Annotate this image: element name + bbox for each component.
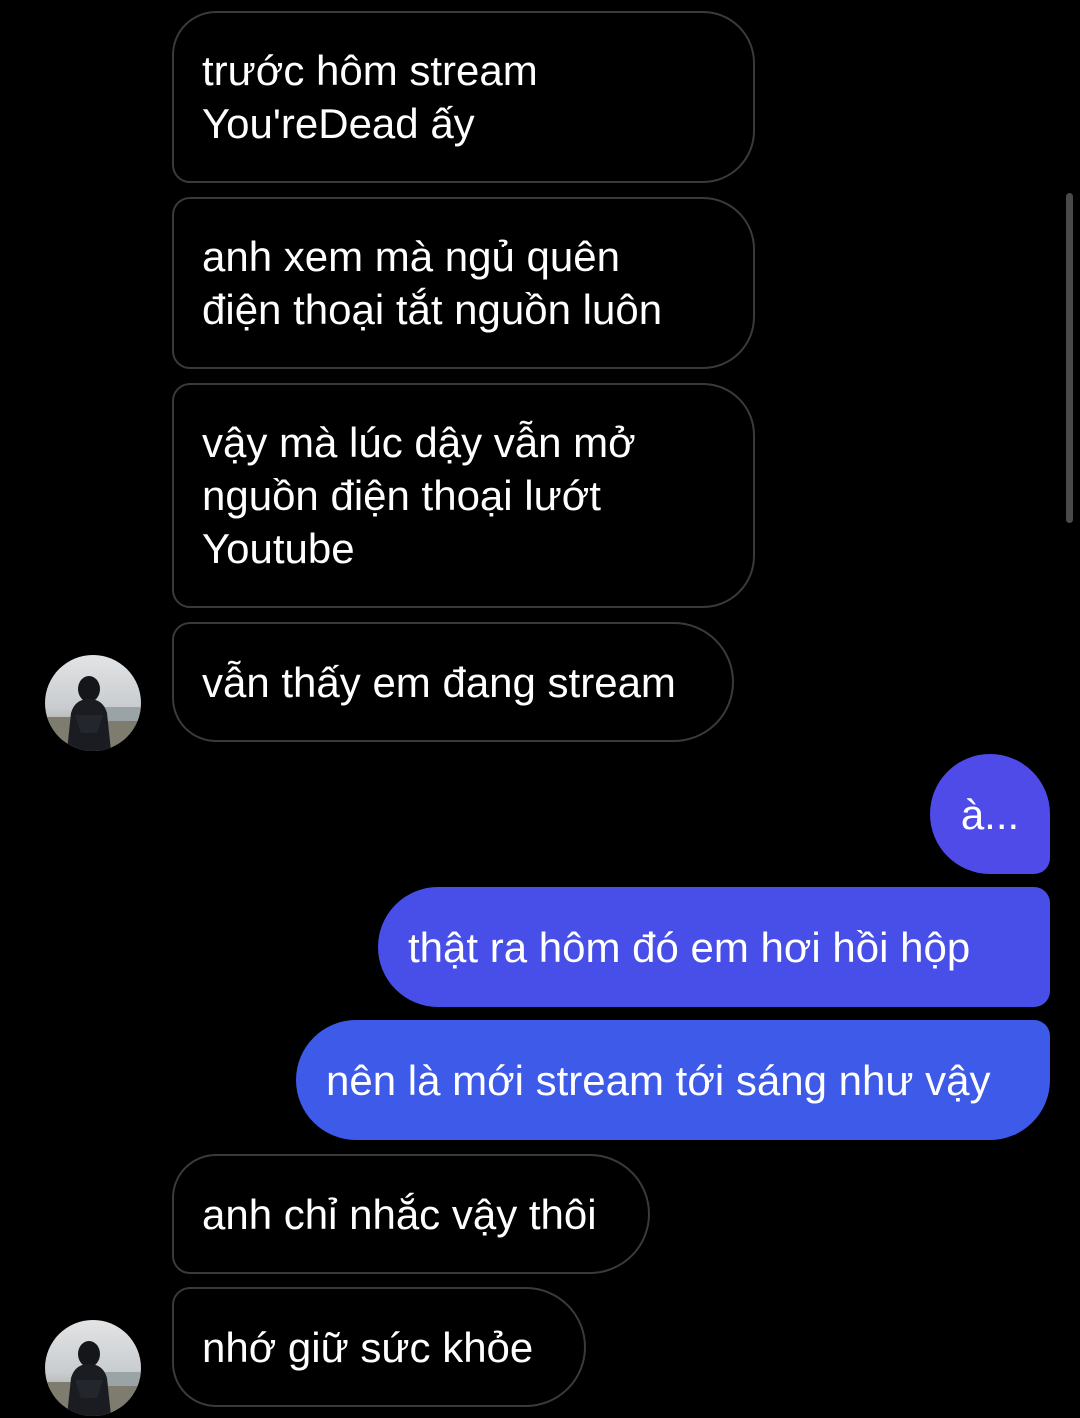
- message-text-line: trước hôm stream: [202, 47, 538, 94]
- avatar-photo-icon: [45, 655, 141, 751]
- contact-avatar[interactable]: [45, 1320, 141, 1416]
- received-message[interactable]: vậy mà lúc dậy vẫn mở nguồn điện thoại l…: [172, 383, 755, 608]
- received-message[interactable]: anh chỉ nhắc vậy thôi: [172, 1154, 650, 1274]
- sent-message[interactable]: thật ra hôm đó em hơi hồi hộp: [378, 887, 1050, 1007]
- received-message[interactable]: vẫn thấy em đang stream: [172, 622, 734, 742]
- scrollbar[interactable]: [1066, 193, 1073, 523]
- message-text-line: anh xem mà ngủ quên: [202, 233, 620, 280]
- message-text: à...: [960, 790, 1020, 838]
- received-message[interactable]: nhớ giữ sức khỏe: [172, 1287, 586, 1407]
- avatar-photo-icon: [45, 1320, 141, 1416]
- message-text: thật ra hôm đó em hơi hồi hộp: [408, 923, 971, 971]
- message-text: vẫn thấy em đang stream: [202, 658, 676, 706]
- message-text-line: điện thoại tắt nguồn luôn: [202, 286, 663, 333]
- message-text: nên là mới stream tới sáng như vậy: [326, 1056, 991, 1104]
- message-text-line: nguồn điện thoại lướt: [202, 472, 601, 519]
- sent-message[interactable]: nên là mới stream tới sáng như vậy: [296, 1020, 1050, 1140]
- contact-avatar[interactable]: [45, 655, 141, 751]
- message-text-line: Youtube: [202, 525, 355, 572]
- message-text: anh chỉ nhắc vậy thôi: [202, 1190, 597, 1238]
- message-text-line: You'reDead ấy: [202, 100, 475, 147]
- message-text: nhớ giữ sức khỏe: [202, 1323, 534, 1371]
- received-message[interactable]: trước hôm stream You'reDead ấy: [172, 11, 755, 183]
- message-text-line: vậy mà lúc dậy vẫn mở: [202, 419, 636, 466]
- received-message[interactable]: anh xem mà ngủ quên điện thoại tắt nguồn…: [172, 197, 755, 369]
- sent-message[interactable]: à...: [930, 754, 1050, 874]
